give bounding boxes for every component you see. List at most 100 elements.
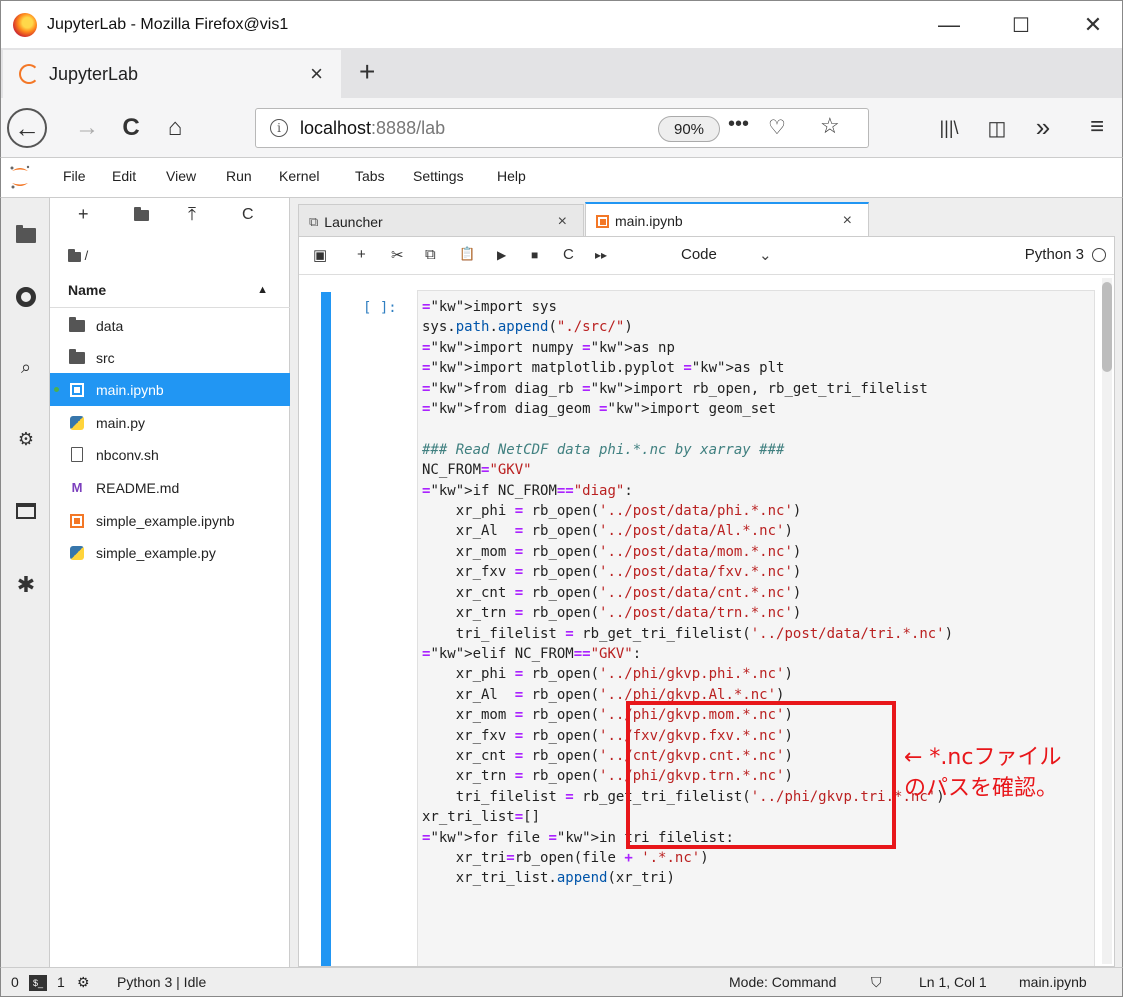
code-line: ="kw">import matplotlib.pyplot ="kw">as … xyxy=(422,360,785,377)
code-cell-editor[interactable]: ="kw">import sys sys.path.append("./src/"… xyxy=(417,290,1095,966)
name-column-header[interactable]: Name xyxy=(68,282,106,298)
kernel-status[interactable]: Python 3 | Idle xyxy=(117,974,206,990)
tab-launcher[interactable]: ⧉ Launcher × xyxy=(298,204,584,238)
browser-tab-jupyterlab[interactable]: JupyterLab × xyxy=(3,50,341,98)
file-browser-tab-icon[interactable] xyxy=(13,222,39,248)
highlight-box xyxy=(626,701,896,849)
browser-tab-strip: JupyterLab × + xyxy=(0,48,1123,98)
code-line: ### Read NetCDF data phi.*.nc by xarray … xyxy=(422,441,785,458)
file-item-readme-md[interactable]: M README.md xyxy=(50,471,290,504)
code-line: xr_tri_list.append(xr_tri) xyxy=(422,870,675,887)
save-button[interactable]: ▣ xyxy=(313,246,327,264)
code-line: ="kw">if NC_FROM=="diag": xyxy=(422,482,633,499)
file-item-simple-example-ipynb[interactable]: simple_example.ipynb xyxy=(50,504,290,537)
menu-kernel[interactable]: Kernel xyxy=(279,168,319,184)
kernel-status-icon xyxy=(1092,248,1106,262)
jupyter-logo-icon xyxy=(10,165,30,189)
navigation-bar: ← → C ⌂ i localhost:8888/lab 90% ••• ♡ ☆… xyxy=(0,98,1123,158)
restart-run-all-button[interactable]: ▸▸ xyxy=(595,248,607,262)
command-palette-icon[interactable]: ⌕ xyxy=(13,354,39,380)
file-item-src[interactable]: src xyxy=(50,341,290,374)
url-path: :8888/lab xyxy=(371,117,446,138)
zoom-level-badge[interactable]: 90% xyxy=(658,116,720,142)
home-button[interactable]: ⌂ xyxy=(157,110,193,146)
copy-cell-button[interactable]: ⧉ xyxy=(425,246,436,263)
tabs-panel-icon[interactable] xyxy=(13,498,39,524)
mode-indicator: Mode: Command xyxy=(729,974,837,990)
file-icon xyxy=(71,447,83,462)
menu-edit[interactable]: Edit xyxy=(112,168,136,184)
insert-cell-button[interactable]: + xyxy=(357,246,366,263)
kernel-gear-icon: ⚙ xyxy=(77,974,90,990)
site-info-icon[interactable]: i xyxy=(270,119,288,137)
file-item-data[interactable]: data xyxy=(50,309,290,342)
sort-caret-icon: ▲ xyxy=(257,284,268,296)
code-line: xr_cnt = rb_open('../post/data/cnt.*.nc'… xyxy=(422,584,802,601)
property-inspector-icon[interactable]: ⚙ xyxy=(13,426,39,452)
library-icon[interactable]: |||\ xyxy=(931,112,967,144)
new-launcher-button[interactable]: + xyxy=(78,204,89,225)
window-title-bar: JupyterLab - Mozilla Firefox@vis1 — ☐ ✕ xyxy=(0,0,1123,48)
url-host: localhost xyxy=(300,117,372,138)
tab-launcher-close-button[interactable]: × xyxy=(558,213,567,231)
overflow-menu-icon[interactable]: » xyxy=(1025,110,1061,144)
run-cell-button[interactable]: ▶ xyxy=(497,248,506,262)
interrupt-kernel-button[interactable]: ■ xyxy=(531,248,538,262)
cursor-position[interactable]: Ln 1, Col 1 xyxy=(919,974,987,990)
file-item-simple-example-py[interactable]: simple_example.py xyxy=(50,536,290,569)
status-bar: 0 $_ 1 ⚙ Python 3 | Idle Mode: Command ⛉… xyxy=(0,967,1123,997)
restart-kernel-button[interactable]: C xyxy=(563,246,574,263)
browser-tab-close-button[interactable]: × xyxy=(310,61,323,87)
url-bar[interactable]: i localhost:8888/lab 90% ••• ♡ ☆ xyxy=(255,108,869,148)
sidebar-toggle-icon[interactable]: ◫ xyxy=(979,112,1015,144)
new-tab-button[interactable]: + xyxy=(359,56,375,88)
close-window-button[interactable]: ✕ xyxy=(1063,1,1123,49)
file-item-nbconv-sh[interactable]: nbconv.sh xyxy=(50,438,290,471)
shield-icon[interactable]: ⛉ xyxy=(871,974,882,991)
forward-button[interactable]: → xyxy=(69,110,105,146)
kernel-name[interactable]: Python 3 xyxy=(1025,246,1084,263)
folder-icon xyxy=(69,316,85,332)
running-sessions-icon[interactable] xyxy=(13,284,39,310)
code-line: ="kw">import sys xyxy=(422,299,557,315)
cell-collapser[interactable] xyxy=(321,292,331,966)
tab-main-close-button[interactable]: × xyxy=(843,212,852,230)
back-button[interactable]: ← xyxy=(7,108,47,148)
file-item-main-ipynb[interactable]: main.ipynb xyxy=(50,373,290,406)
new-folder-icon[interactable] xyxy=(134,204,149,226)
refresh-icon[interactable]: C xyxy=(242,206,254,224)
scrollbar-thumb[interactable] xyxy=(1102,282,1112,372)
menu-view[interactable]: View xyxy=(166,168,196,184)
terminal-count[interactable]: 0 xyxy=(11,974,19,990)
menu-run[interactable]: Run xyxy=(226,168,252,184)
menu-tabs[interactable]: Tabs xyxy=(355,168,385,184)
code-line: xr_Al = rb_open('../post/data/Al.*.nc') xyxy=(422,523,793,540)
hamburger-menu-icon[interactable]: ≡ xyxy=(1079,110,1115,144)
bookmark-star-icon[interactable]: ☆ xyxy=(820,113,840,139)
menu-file[interactable]: File xyxy=(63,168,86,184)
kernel-count[interactable]: 1 xyxy=(57,974,65,990)
pocket-icon[interactable]: ♡ xyxy=(768,115,786,140)
page-actions-icon[interactable]: ••• xyxy=(728,113,749,136)
paste-cell-button[interactable]: 📋 xyxy=(459,246,475,262)
current-filename: main.ipynb xyxy=(1019,974,1087,990)
cell-type-dropdown[interactable]: Code xyxy=(681,246,717,263)
minimize-button[interactable]: — xyxy=(919,1,979,49)
file-item-main-py[interactable]: main.py xyxy=(50,406,290,439)
scrollbar-track[interactable] xyxy=(1102,278,1112,964)
jupyter-menubar: File Edit View Run Kernel Tabs Settings … xyxy=(0,158,1123,198)
upload-icon[interactable]: ⤒ xyxy=(188,204,196,225)
menu-settings[interactable]: Settings xyxy=(413,168,464,184)
tab-main-ipynb[interactable]: main.ipynb × xyxy=(585,202,869,238)
chevron-down-icon[interactable]: ⌄ xyxy=(759,246,772,264)
breadcrumb[interactable]: / xyxy=(68,248,88,263)
maximize-button[interactable]: ☐ xyxy=(991,1,1051,49)
cut-cell-button[interactable]: ✂ xyxy=(391,246,404,264)
extension-manager-icon[interactable]: ✱ xyxy=(13,572,39,598)
notebook-icon xyxy=(596,214,609,228)
code-line: xr_tri=rb_open(file + '.*.nc') xyxy=(422,849,709,866)
file-list-header[interactable]: Name ▲ xyxy=(50,274,290,308)
reload-button[interactable]: C xyxy=(113,110,149,146)
code-line: tri_filelist = rb_get_tri_filelist('../p… xyxy=(422,625,954,642)
menu-help[interactable]: Help xyxy=(497,168,526,184)
